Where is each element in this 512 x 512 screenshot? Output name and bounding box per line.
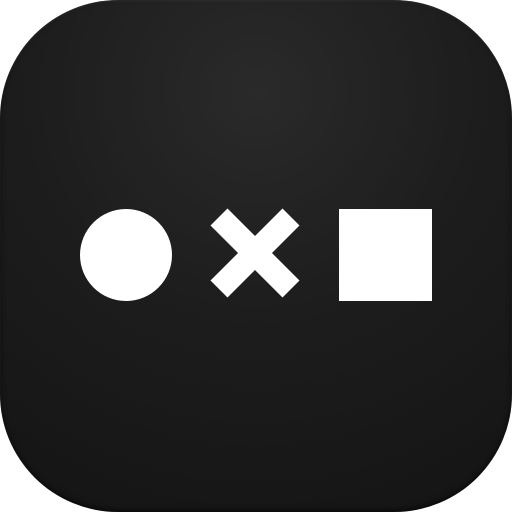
app-icon[interactable] <box>0 0 512 512</box>
square-icon <box>339 209 432 301</box>
x-cross-icon <box>210 208 300 298</box>
circle-icon <box>80 209 172 301</box>
app-icon-glyphs <box>80 208 432 301</box>
